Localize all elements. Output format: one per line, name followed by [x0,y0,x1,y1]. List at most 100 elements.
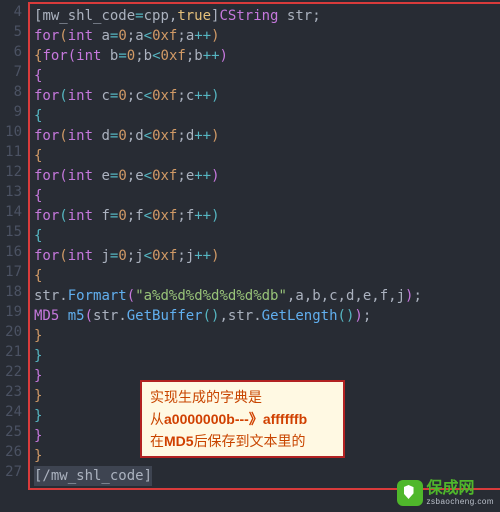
code-token: d [135,128,143,144]
code-token: , [388,288,396,304]
code-line[interactable]: for(int c=0;c<0xf;c++) [34,86,496,106]
code-token: ; [127,208,135,224]
code-token: < [144,28,152,44]
code-token: ) [211,168,219,184]
code-line[interactable]: for(int d=0;d<0xf;d++) [34,126,496,146]
code-line[interactable]: for(int a=0;a<0xf;a++) [34,26,496,46]
code-line[interactable]: for(int j=0;j<0xf;j++) [34,246,496,266]
code-token: , [304,288,312,304]
line-number: 20 [0,322,22,342]
code-token: { [34,108,42,124]
code-token: ; [177,168,185,184]
code-token: } [34,388,42,404]
code-token: ; [186,48,194,64]
code-token: ++ [203,48,220,64]
code-token: int [68,28,102,44]
code-token: ++ [194,28,211,44]
code-token: j [101,248,109,264]
code-line[interactable]: { [34,66,496,86]
code-token: . [59,288,67,304]
code-token: ; [363,308,371,324]
code-token: ; [135,48,143,64]
code-token: { [34,188,42,204]
code-token: ; [177,248,185,264]
code-token: ++ [194,128,211,144]
code-token: str [93,308,118,324]
code-token: b [312,288,320,304]
code-token: c [329,288,337,304]
code-token: d [186,128,194,144]
code-line[interactable]: str.Formart("a%d%d%d%d%d%d%db",a,b,c,d,e… [34,286,496,306]
callout-line2-highlight: a0000000b---》affffffb [164,411,307,427]
code-token: ( [59,168,67,184]
code-token: b [144,48,152,64]
code-token: 0 [118,208,126,224]
code-token: , [219,308,227,324]
code-line[interactable]: { [34,266,496,286]
code-token: ; [177,88,185,104]
code-token: e [101,168,109,184]
line-number: 25 [0,422,22,442]
code-token: for [34,168,59,184]
code-token: mw_shl_code [42,8,135,24]
code-token: ( [203,308,211,324]
callout-line2-prefix: 从 [150,411,164,427]
code-line[interactable]: for(int e=0;e<0xf;e++) [34,166,496,186]
code-token: cpp [144,8,169,24]
watermark-cn: 保成网 [427,481,494,497]
code-token: ) [354,308,362,324]
code-token: ( [59,248,67,264]
code-token: ) [211,248,219,264]
code-token: 0 [118,28,126,44]
code-token: MD5 [34,308,68,324]
code-token: CString [219,8,286,24]
line-number: 13 [0,182,22,202]
code-token: 0 [118,168,126,184]
code-token: ( [85,308,93,324]
code-token: for [34,208,59,224]
code-token: str [228,308,253,324]
code-line[interactable]: { [34,146,496,166]
code-token: 0 [118,128,126,144]
code-token: ( [59,208,67,224]
code-token: m5 [68,308,85,324]
code-token: int [68,168,102,184]
code-token: } [34,448,42,464]
code-token: ; [127,128,135,144]
code-line[interactable]: {for(int b=0;b<0xf;b++) [34,46,496,66]
code-line[interactable]: for(int f=0;f<0xf;f++) [34,206,496,226]
selected-text[interactable]: [/mw_shl_code] [34,466,152,486]
code-line[interactable]: } [34,326,496,346]
code-line[interactable]: { [34,226,496,246]
watermark: 保成网 zsbaocheng.com [397,480,494,506]
code-line[interactable]: [mw_shl_code=cpp,true]CString str; [34,6,496,26]
code-line[interactable]: MD5 m5(str.GetBuffer(),str.GetLength()); [34,306,496,326]
code-token: ( [127,288,135,304]
code-token: < [144,168,152,184]
code-token: ( [338,308,346,324]
code-token: 0 [127,48,135,64]
code-token: for [34,28,59,44]
code-token: ; [127,168,135,184]
code-line[interactable]: { [34,106,496,126]
line-number: 6 [0,42,22,62]
line-number: 27 [0,462,22,482]
line-number: 8 [0,82,22,102]
code-token: = [135,8,143,24]
code-token: ( [68,48,76,64]
code-token: ( [59,28,67,44]
code-token: ) [211,208,219,224]
code-token: { [34,268,42,284]
code-line[interactable]: } [34,346,496,366]
code-line[interactable]: { [34,186,496,206]
code-token: f [380,288,388,304]
code-token: for [34,88,59,104]
code-token: ( [59,88,67,104]
code-token: f [101,208,109,224]
code-token: GetBuffer [127,308,203,324]
line-number: 23 [0,382,22,402]
line-number: 10 [0,122,22,142]
line-number: 17 [0,262,22,282]
code-token: for [42,48,67,64]
code-token: Formart [68,288,127,304]
